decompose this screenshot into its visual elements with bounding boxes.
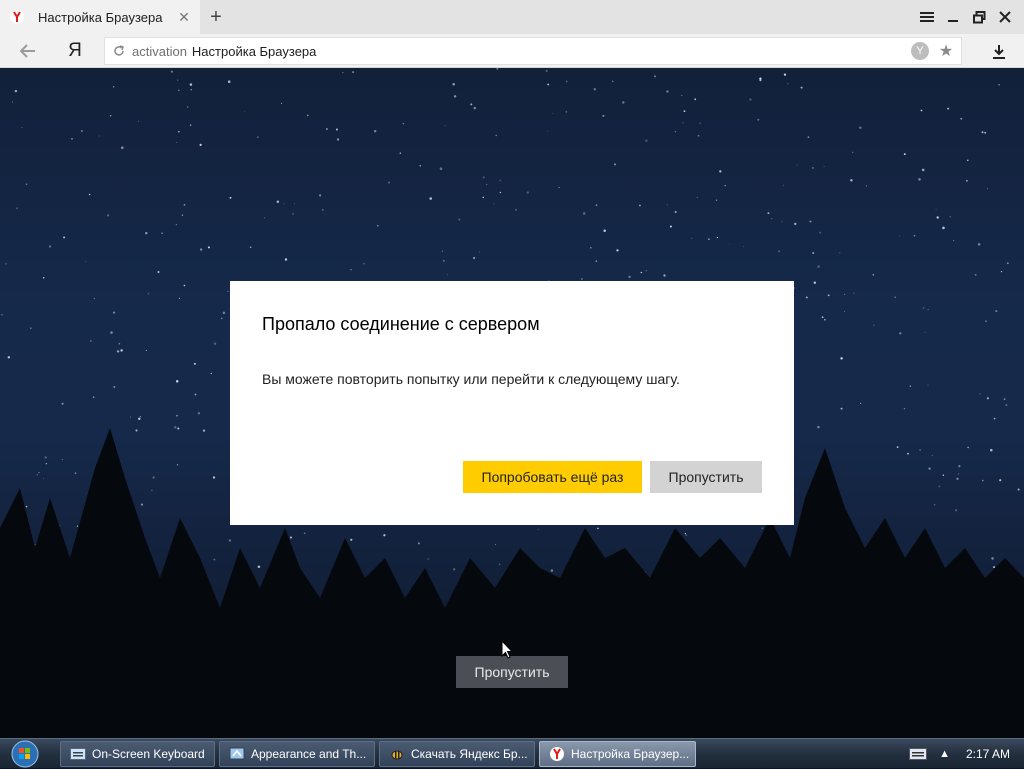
yandex-button[interactable]: Я	[63, 40, 87, 62]
yandex-icon	[549, 746, 565, 762]
browser-toolbar: Я activation Настройка Браузера Y ★	[0, 34, 1024, 68]
clock[interactable]: 2:17 AM	[966, 747, 1010, 761]
minimize-icon[interactable]	[940, 4, 966, 30]
download-icon[interactable]	[988, 41, 1010, 63]
address-bar[interactable]: activation Настройка Браузера Y ★	[104, 37, 962, 65]
system-tray: ▲ 2:17 AM	[909, 739, 1024, 769]
taskbar-item-appearance[interactable]: Appearance and Th...	[219, 741, 375, 767]
close-icon[interactable]	[992, 4, 1018, 30]
dialog-title: Пропало соединение с сервером	[262, 314, 540, 334]
url-host: activation	[132, 43, 187, 59]
taskbar-item-label: On-Screen Keyboard	[92, 747, 205, 761]
window-controls	[914, 0, 1024, 34]
tab-bar: Настройка Браузера ✕ +	[0, 0, 1024, 34]
background-skip-button[interactable]: Пропустить	[456, 656, 568, 688]
mouse-cursor-icon	[501, 640, 514, 659]
taskbar-item-label: Appearance and Th...	[251, 747, 367, 761]
back-arrow-icon[interactable]	[16, 40, 40, 62]
connection-lost-dialog: Пропало соединение с сервером Вы можете …	[230, 281, 794, 525]
taskbar: On-Screen Keyboard Appearance and Th... …	[0, 738, 1024, 768]
taskbar-item-browser-settings[interactable]: Настройка Браузер...	[539, 741, 696, 767]
plus-icon[interactable]: +	[206, 6, 226, 28]
close-icon[interactable]: ✕	[176, 9, 192, 25]
tab-title: Настройка Браузера	[38, 9, 163, 25]
menu-icon[interactable]	[914, 4, 940, 30]
yandex-icon	[9, 9, 25, 25]
reload-icon[interactable]	[111, 43, 127, 59]
protect-icon[interactable]: Y	[911, 42, 929, 60]
taskbar-item-label: Скачать Яндекс Бр...	[411, 747, 528, 761]
skip-button[interactable]: Пропустить	[650, 461, 762, 493]
restore-icon[interactable]	[966, 4, 992, 30]
keyboard-tray-icon[interactable]	[909, 748, 928, 760]
keyboard-icon	[70, 746, 86, 762]
retry-button[interactable]: Попробовать ещё раз	[463, 461, 642, 493]
page-content: Пропало соединение с сервером Вы можете …	[0, 68, 1024, 738]
star-icon[interactable]: ★	[937, 42, 955, 60]
bee-icon	[389, 746, 405, 762]
taskbar-item-on-screen-keyboard[interactable]: On-Screen Keyboard	[60, 741, 215, 767]
control-panel-icon	[229, 746, 245, 762]
taskbar-item-yandex-download[interactable]: Скачать Яндекс Бр...	[379, 741, 535, 767]
start-button[interactable]	[4, 739, 46, 769]
dialog-message: Вы можете повторить попытку или перейти …	[262, 371, 680, 387]
url-page-title: Настройка Браузера	[191, 43, 317, 59]
taskbar-item-label: Настройка Браузер...	[571, 747, 690, 761]
show-hidden-icons-icon[interactable]: ▲	[939, 748, 950, 760]
tab-browser-settings[interactable]: Настройка Браузера ✕	[0, 0, 200, 34]
